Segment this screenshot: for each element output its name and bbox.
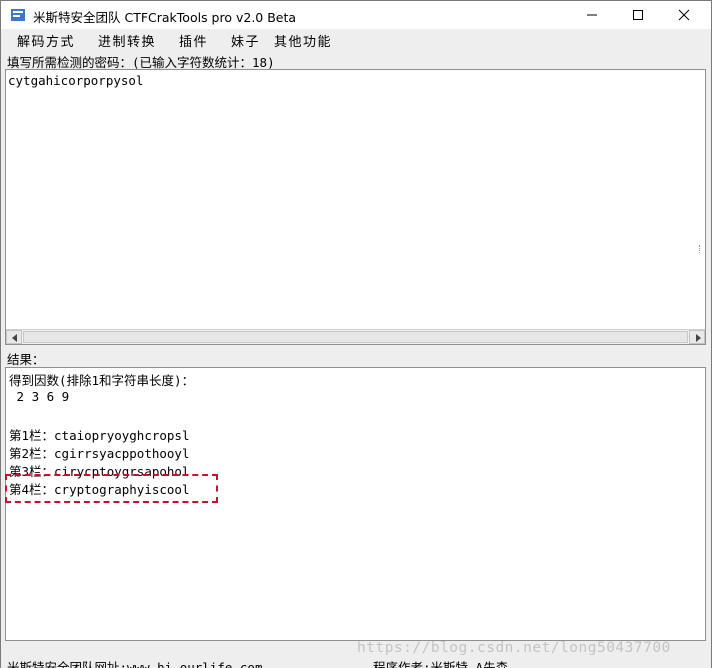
scroll-right-button[interactable] [689,330,705,344]
arrow-left-icon [12,334,17,342]
scrollbar-thumb[interactable] [23,331,688,343]
result-textarea[interactable]: 得到因数(排除1和字符串长度)： 2 3 6 9 第1栏：ctaiopryoyg… [5,367,706,641]
scroll-left-button[interactable] [6,330,22,344]
arrow-right-icon [696,334,701,342]
input-text[interactable]: cytgahicorporpysol [8,73,143,88]
app-icon [11,9,25,21]
menu-meizi[interactable]: 妹子 [231,31,260,50]
application-window: 米斯特安全团队 CTFCrakTools pro v2.0 Beta 解码方式 … [0,0,712,668]
factors-heading: 得到因数(排除1和字符串长度)： [9,373,195,388]
input-horizontal-scrollbar[interactable] [6,329,705,344]
minimize-button[interactable] [569,1,615,29]
resize-grip[interactable] [699,245,703,253]
status-site-url[interactable]: 米斯特安全团队网址:www.hi-ourlife.com [7,657,263,668]
result-label: 结果： [7,352,45,367]
menu-decode[interactable]: 解码方式 [17,31,75,50]
menu-bar: 解码方式 进制转换 插件 妹子 其他功能 [1,29,711,50]
input-textarea[interactable]: cytgahicorporpysol [5,69,706,345]
close-button[interactable] [661,1,707,29]
menu-plugins[interactable]: 插件 [179,31,208,50]
minimize-icon [587,14,597,16]
rail-line: 第2栏：cgirrsyacppothooyl [9,446,190,461]
maximize-button[interactable] [615,1,661,29]
menu-base-convert[interactable]: 进制转换 [98,31,156,50]
status-author: 程序作者:米斯特 A先森 [373,660,509,668]
maximize-icon [633,10,643,20]
close-icon [678,9,690,21]
watermark-text: https://blog.csdn.net/long50437700 [357,640,671,656]
title-bar[interactable]: 米斯特安全团队 CTFCrakTools pro v2.0 Beta [1,1,711,29]
answer-highlight-box [5,474,218,503]
window-title: 米斯特安全团队 CTFCrakTools pro v2.0 Beta [33,10,297,25]
factors-list: 2 3 6 9 [9,389,70,404]
rail-line: 第1栏：ctaiopryoyghcropsl [9,428,190,443]
menu-other-functions[interactable]: 其他功能 [274,31,332,50]
